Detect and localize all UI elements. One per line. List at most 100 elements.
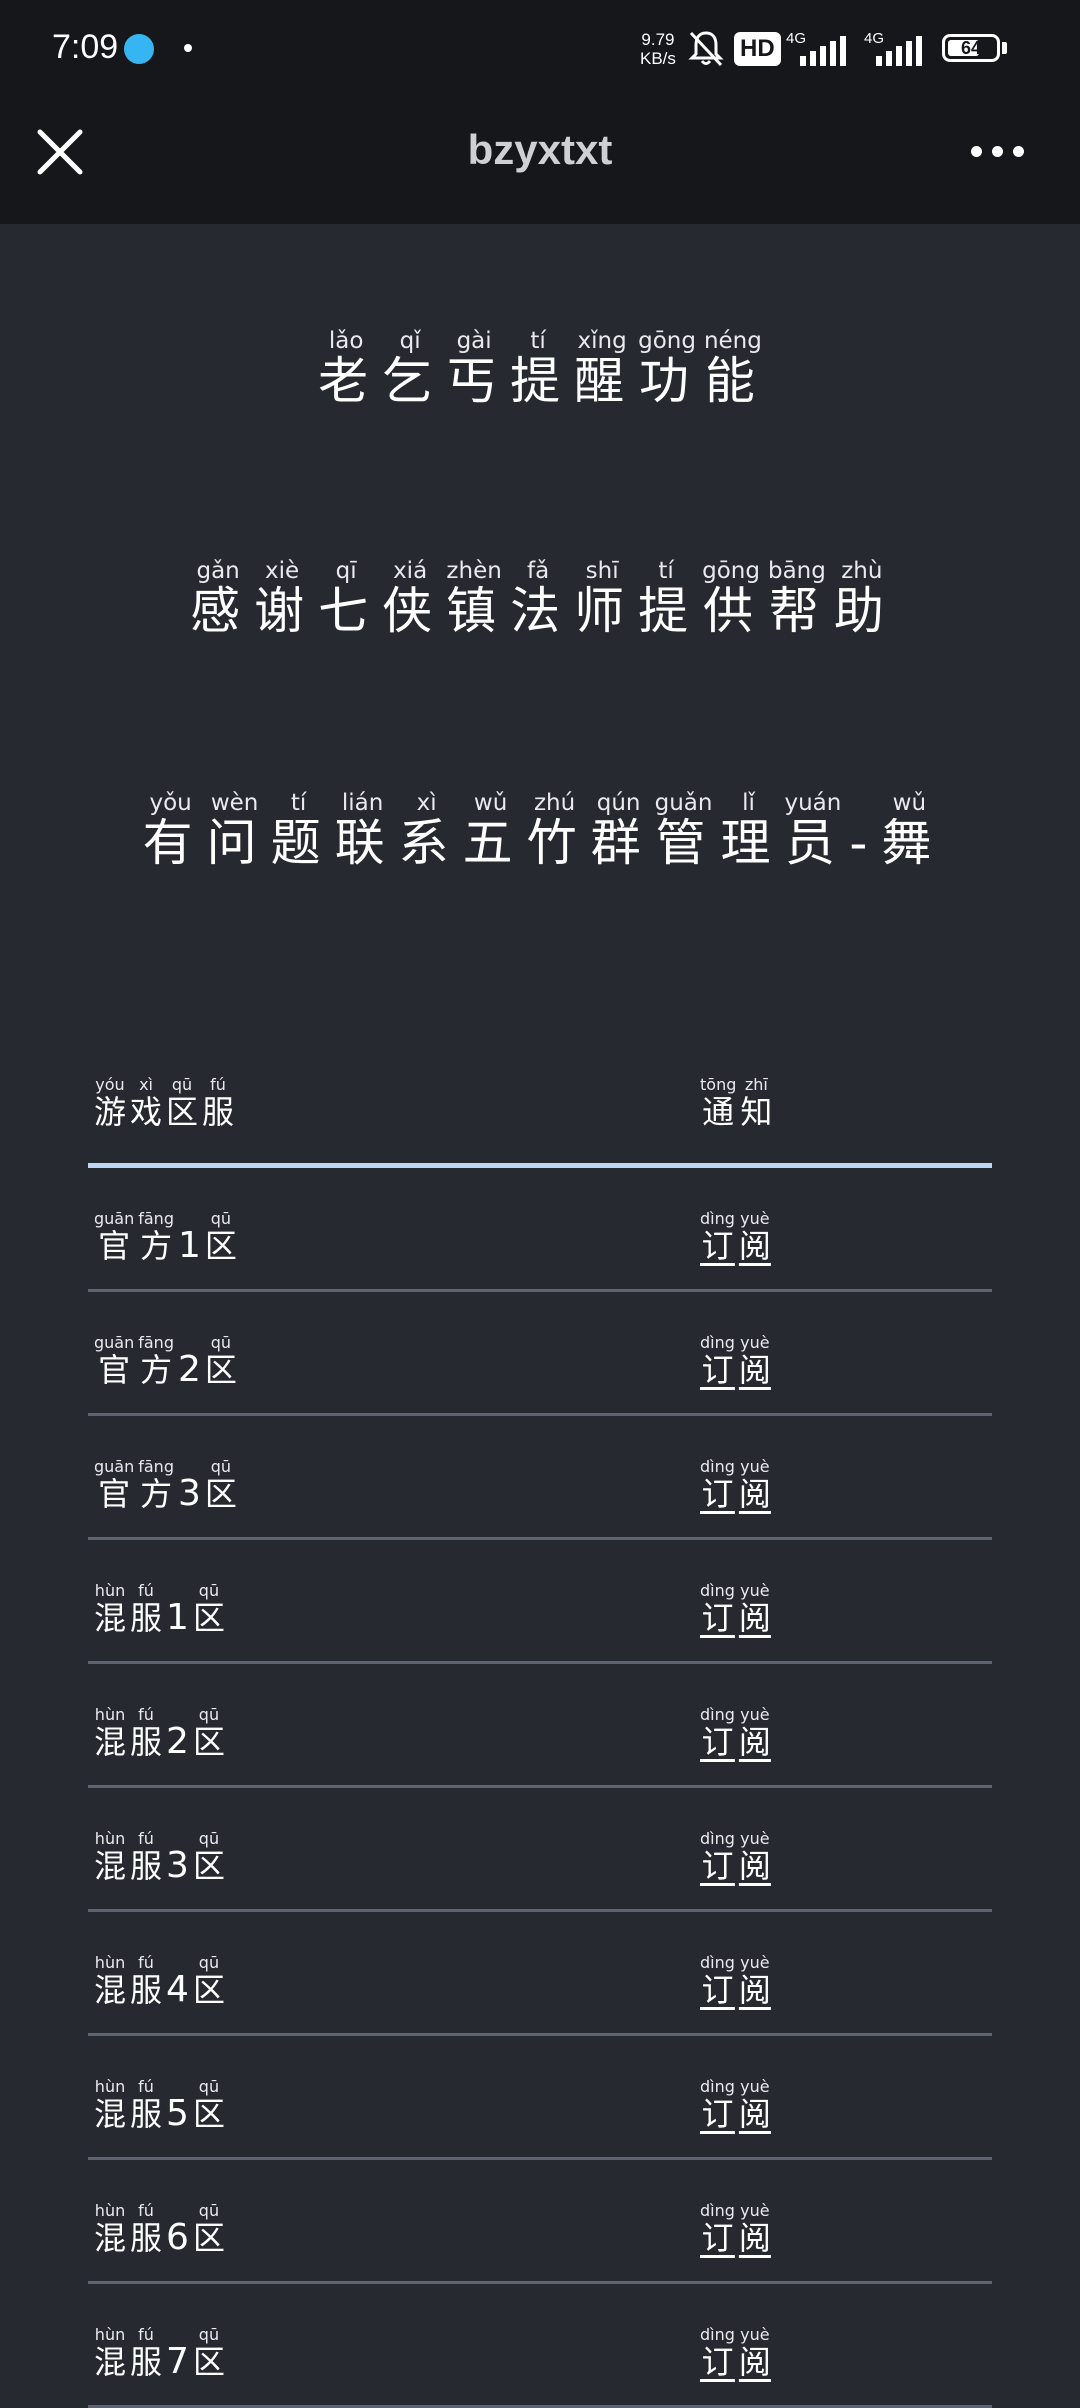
notice-char-pinyin: qī (318, 558, 375, 584)
notice-char-char: 感 (190, 582, 247, 640)
zone-char: 方fāng (138, 1333, 174, 1389)
notice-char: 群qún (591, 790, 647, 872)
notice-char: 师shī (574, 558, 630, 640)
zone-number: 2 (166, 1721, 189, 1762)
subscribe-char: 订dìng (700, 2077, 735, 2133)
notice-char-pinyin: shī (574, 558, 631, 584)
notice-char-pinyin: xǐng (574, 328, 631, 354)
subscribe-char-char: 订 (700, 1599, 735, 1637)
zone-char-char: 区 (204, 1475, 237, 1513)
zone-char: 官guān (94, 1333, 134, 1389)
subscribe-char-pinyin: dìng (700, 1457, 735, 1476)
more-button[interactable] (962, 128, 1032, 174)
notice-char: 醒xǐng (574, 328, 631, 410)
notice-char-char: 系 (398, 814, 455, 872)
header-notify: 通tōng知zhī (698, 1075, 774, 1133)
notice-char-pinyin: yuán (784, 790, 842, 816)
header-zone-char-char: 游 (94, 1093, 127, 1131)
zone-char: 官guān (94, 1457, 134, 1513)
subscribe-link[interactable]: 订dìng阅yuè (698, 1829, 773, 1887)
subscribe-link[interactable]: 订dìng阅yuè (698, 2077, 773, 2135)
notice-char: 谢xiè (254, 558, 310, 640)
header-notify-char-pinyin: tōng (700, 1075, 737, 1094)
zone-char-char: 区 (192, 1847, 225, 1885)
zone-char-char: 混 (94, 2219, 127, 2257)
subscribe-link[interactable]: 订dìng阅yuè (698, 1581, 773, 1639)
subscribe-char-pinyin: dìng (700, 1829, 735, 1848)
subscribe-char: 阅yuè (738, 1705, 771, 1761)
zone-char: 混hùn (94, 2325, 126, 2381)
zone-char-char: 服 (130, 2343, 163, 2381)
table-row: 官guān方fāng1 区qū 订dìng阅yuè (88, 1168, 992, 1292)
zone-number: 3 (177, 1473, 201, 1514)
subscribe-char: 阅yuè (738, 2077, 771, 2133)
notice-char: 五wǔ (463, 790, 519, 872)
notice-char: 法fǎ (510, 558, 566, 640)
zone-char-pinyin: hùn (94, 2077, 127, 2096)
notice-char-char: 理 (720, 814, 777, 872)
subscribe-link[interactable]: 订dìng阅yuè (698, 1705, 773, 1763)
subscribe-link[interactable]: 订dìng阅yuè (698, 1333, 773, 1391)
zone-number: 5 (166, 2093, 189, 2134)
notice-char: 乞qǐ (382, 328, 438, 410)
net-speed-unit: KB/s (640, 49, 676, 68)
zone-char-pinyin: fú (130, 2077, 163, 2096)
header-zone-char-char: 服 (202, 1093, 235, 1131)
zone-number: 6 (166, 2217, 189, 2258)
notice-char-char: 题 (270, 814, 327, 872)
zone-char-pinyin: qū (192, 1829, 225, 1848)
notice-char: 侠xiá (382, 558, 439, 640)
zone-number: 7 (166, 2341, 189, 2382)
subscribe-char-char: 阅 (738, 2095, 771, 2133)
notice-char-pinyin: wǔ (462, 790, 519, 816)
subscribe-char-pinyin: yuè (738, 1581, 771, 1600)
net-speed-value: 9.79 (641, 30, 675, 49)
subscribe-char: 订dìng (700, 2201, 735, 2257)
notice-char-pinyin: tí (638, 558, 695, 584)
notice-char-pinyin: xì (398, 790, 455, 816)
subscribe-char-pinyin: yuè (738, 2325, 771, 2344)
subscribe-link[interactable]: 订dìng阅yuè (698, 1953, 773, 2011)
subscribe-char: 阅yuè (739, 1457, 771, 1513)
subscribe-char: 阅yuè (739, 1209, 771, 1265)
zone-char: 服fú (130, 2201, 162, 2257)
subscribe-char-char: 订 (700, 2343, 735, 2381)
zone-char: 官guān (94, 1209, 135, 1265)
notice-char-pinyin: guǎn (654, 790, 713, 816)
header-zone-char-pinyin: yóu (94, 1075, 126, 1094)
zone-name: 混hùn服fú7 区qū (92, 2325, 227, 2383)
notice-char: 有yǒu (143, 790, 199, 872)
notice-char-char: 供 (702, 582, 760, 640)
subscribe-link[interactable]: 订dìng阅yuè (698, 2201, 773, 2259)
zone-char-char: 区 (192, 2343, 225, 2381)
subscribe-link[interactable]: 订dìng阅yuè (698, 2325, 773, 2383)
notice-char-pinyin: tí (510, 328, 567, 354)
zone-char-char: 区 (192, 1723, 225, 1761)
header-notify-char-char: 通 (700, 1093, 737, 1131)
notice-char: 老lǎo (318, 328, 374, 410)
subscribe-link[interactable]: 订dìng阅yuè (698, 1209, 773, 1267)
zone-char-char: 方 (138, 1475, 174, 1513)
zone-char: 服fú (130, 2325, 163, 2381)
subscribe-char-pinyin: yuè (738, 1829, 771, 1848)
subscribe-link[interactable]: 订dìng阅yuè (698, 1457, 773, 1515)
zone-char-char: 混 (94, 1847, 127, 1885)
notice-char-char: 醒 (574, 352, 631, 410)
header-notify-char: 通tōng (700, 1075, 737, 1131)
zone-char-pinyin: qū (204, 1209, 237, 1228)
zone-char-char: 服 (130, 1971, 163, 2009)
notice-char-pinyin: xiá (382, 558, 439, 584)
notice-char-pinyin: gǎn (190, 558, 247, 584)
subscribe-char-char: 订 (700, 1227, 735, 1265)
notice-char-char: 助 (833, 582, 890, 640)
zone-char-char: 官 (94, 1227, 135, 1265)
notice-char-pinyin: gōng (702, 558, 760, 584)
zone-name: 官guān方fāng2 区qū (92, 1333, 239, 1391)
zone-char-pinyin: qū (192, 2077, 225, 2096)
zone-char-char: 服 (130, 2095, 163, 2133)
subscribe-char-pinyin: yuè (738, 2201, 771, 2220)
notice-char-char: 侠 (382, 582, 439, 640)
subscribe-char: 阅yuè (739, 2325, 771, 2381)
subscribe-char-char: 阅 (738, 1351, 771, 1389)
subscribe-char-char: 阅 (738, 1723, 771, 1761)
